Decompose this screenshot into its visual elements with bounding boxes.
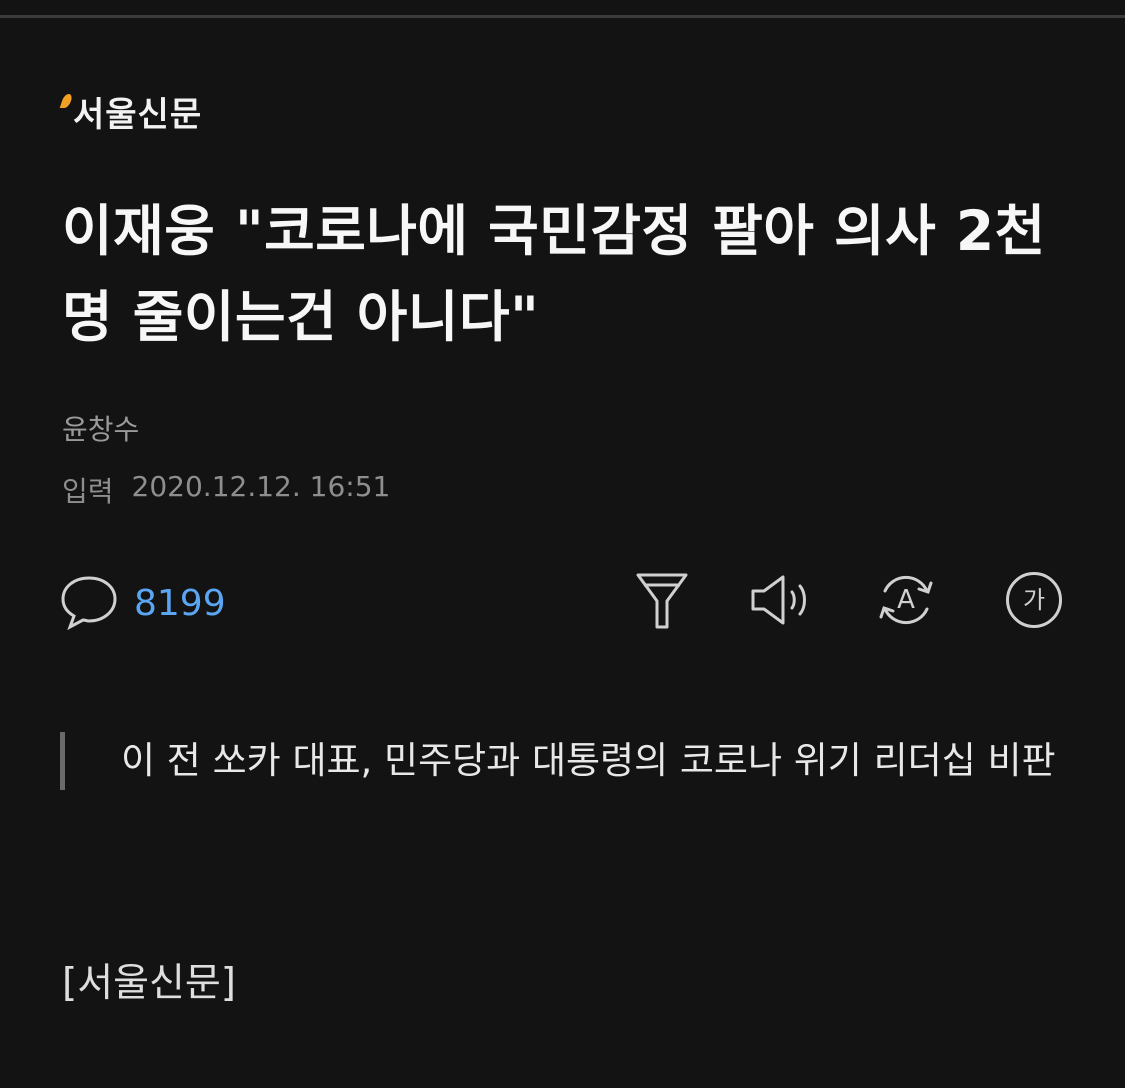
font-size-icon: 가 bbox=[1006, 572, 1062, 628]
funnel-icon bbox=[634, 569, 690, 631]
source-tag: [서울신문] bbox=[62, 961, 236, 1006]
article-headline: 이재웅 "코로나에 국민감정 팔아 의사 2천명 줄이는건 아니다" bbox=[62, 199, 1046, 349]
article-author[interactable]: 윤창수 bbox=[62, 408, 139, 448]
article-toolbar: 8199 A 가 bbox=[58, 566, 1073, 636]
speaker-icon bbox=[749, 572, 811, 628]
speech-bubble-icon bbox=[58, 570, 120, 636]
auto-translate-icon: A bbox=[873, 567, 939, 633]
publisher-logo-text: 서울신문 bbox=[73, 95, 203, 135]
filter-button[interactable] bbox=[630, 566, 694, 634]
translate-button[interactable]: A bbox=[874, 566, 938, 634]
logo-accent-mark bbox=[59, 94, 74, 108]
publisher-logo[interactable]: 서울신문 bbox=[59, 92, 203, 140]
article-summary: 이 전 쏘카 대표, 민주당과 대통령의 코로나 위기 리더십 비판 bbox=[60, 732, 1121, 790]
translate-glyph: A bbox=[897, 585, 915, 615]
comment-count: 8199 bbox=[134, 582, 226, 624]
date-label: 입력 bbox=[62, 475, 114, 508]
article-dateline: 입력 2020.12.12. 16:51 bbox=[62, 470, 390, 510]
summary-text: 이 전 쏘카 대표, 민주당과 대통령의 코로나 위기 리더십 비판 bbox=[121, 739, 1056, 782]
top-divider bbox=[0, 15, 1125, 18]
comment-button[interactable]: 8199 bbox=[58, 570, 226, 636]
audio-button[interactable] bbox=[748, 566, 812, 634]
date-value: 2020.12.12. 16:51 bbox=[131, 470, 391, 503]
font-size-button[interactable]: 가 bbox=[1002, 566, 1066, 634]
